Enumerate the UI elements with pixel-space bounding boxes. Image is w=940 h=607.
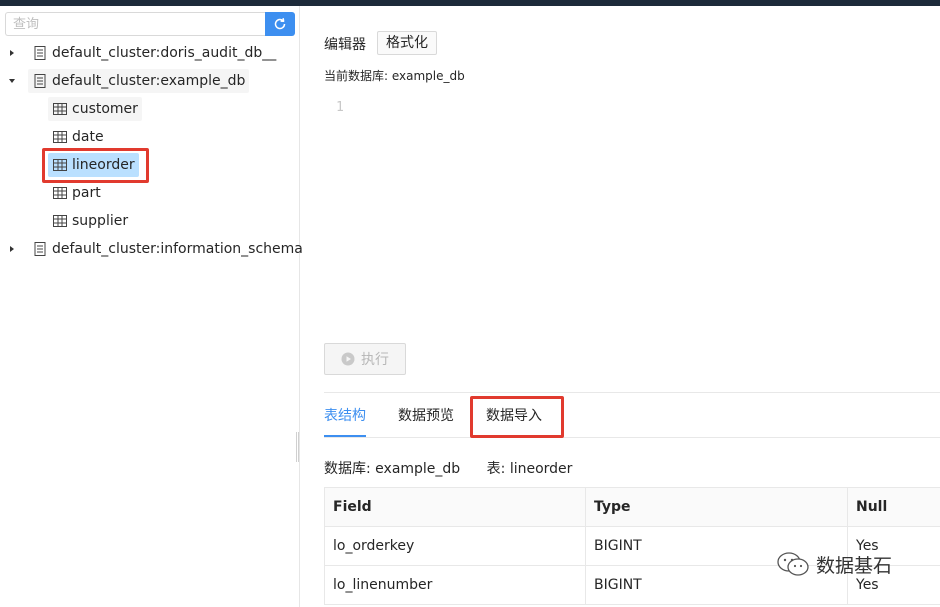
search-input[interactable] [5, 12, 266, 36]
column-header-field: Field [324, 487, 586, 527]
play-circle-icon [341, 352, 355, 366]
main-panel: 编辑器 格式化 当前数据库: example_db 1 执行 表结构 数据预览 … [300, 6, 940, 607]
tree-table-supplier[interactable]: supplier [48, 209, 132, 233]
tree-table-body[interactable]: date [48, 125, 108, 149]
caret-down-icon[interactable] [6, 69, 18, 93]
refresh-button[interactable] [265, 12, 295, 36]
tree-db-example[interactable]: default_cluster:example_db [4, 69, 250, 93]
tree-table-label: supplier [72, 213, 129, 229]
tree-table-body[interactable]: lineorder [48, 153, 139, 177]
meta-database: 数据库: example_db [324, 461, 461, 477]
caret-right-icon[interactable] [6, 41, 18, 65]
meta-table: 表: lineorder [486, 461, 573, 477]
tree-db-label: default_cluster:doris_audit_db__ [52, 45, 277, 61]
tree-table-body[interactable]: part [48, 181, 105, 205]
tree-table-lineorder[interactable]: lineorder [48, 153, 139, 177]
database-icon [32, 73, 48, 89]
tree-db-doris-audit[interactable]: default_cluster:doris_audit_db__ [4, 41, 280, 65]
tree-table-label: part [72, 185, 101, 201]
watermark-text: 数据基石 [816, 554, 893, 577]
tree-table-label: lineorder [72, 157, 135, 173]
tab-data-import[interactable]: 数据导入 [486, 398, 542, 438]
tree-db-body[interactable]: default_cluster:information_schema [28, 237, 307, 261]
schema-table: Field Type Null lo_orderkey BIGINT Yes l… [324, 487, 940, 605]
refresh-icon [274, 18, 286, 30]
table-icon [52, 129, 68, 145]
section-divider [324, 392, 940, 393]
run-button[interactable]: 执行 [324, 343, 406, 375]
tree-table-part[interactable]: part [48, 181, 105, 205]
database-icon [32, 241, 48, 257]
database-sidebar: default_cluster:doris_audit_db__ default… [0, 6, 303, 607]
column-header-null: Null [847, 487, 940, 527]
table-icon [52, 101, 68, 117]
resize-handle[interactable] [296, 432, 299, 462]
table-meta: 数据库: example_db 表: lineorder [324, 458, 572, 478]
run-button-label: 执行 [361, 352, 389, 368]
editor-title: 编辑器 [324, 37, 366, 53]
tab-table-structure[interactable]: 表结构 [324, 398, 366, 438]
watermark: 数据基石 [776, 550, 892, 578]
tree-db-label: default_cluster:example_db [52, 73, 246, 89]
table-icon [52, 213, 68, 229]
caret-right-icon[interactable] [6, 237, 18, 261]
tree-table-label: date [72, 129, 104, 145]
tree-table-body[interactable]: supplier [48, 209, 132, 233]
format-button[interactable]: 格式化 [377, 31, 437, 55]
wechat-icon [777, 552, 809, 576]
table-icon [52, 185, 68, 201]
table-icon [52, 157, 68, 173]
tree-table-body[interactable]: customer [48, 97, 142, 121]
tree-db-body[interactable]: default_cluster:example_db [28, 69, 250, 93]
tree-table-label: customer [72, 101, 138, 117]
search-bar [5, 12, 295, 36]
tree-db-information-schema[interactable]: default_cluster:information_schema [4, 237, 307, 261]
tree-db-body[interactable]: default_cluster:doris_audit_db__ [28, 41, 280, 65]
current-database-label: 当前数据库: example_db [324, 69, 465, 83]
cell-field: lo_orderkey [324, 526, 586, 566]
cell-field: lo_linenumber [324, 565, 586, 605]
tree-table-date[interactable]: date [48, 125, 108, 149]
database-icon [32, 45, 48, 61]
tree-db-label: default_cluster:information_schema [52, 241, 303, 257]
tab-data-preview[interactable]: 数据预览 [398, 398, 454, 438]
tree-table-customer[interactable]: customer [48, 97, 142, 121]
tab-bar: 表结构 数据预览 数据导入 [324, 398, 940, 438]
editor-line-number: 1 [336, 100, 344, 115]
column-header-type: Type [585, 487, 848, 527]
active-tab-indicator [324, 435, 366, 437]
table-header-row: Field Type Null [324, 487, 940, 527]
